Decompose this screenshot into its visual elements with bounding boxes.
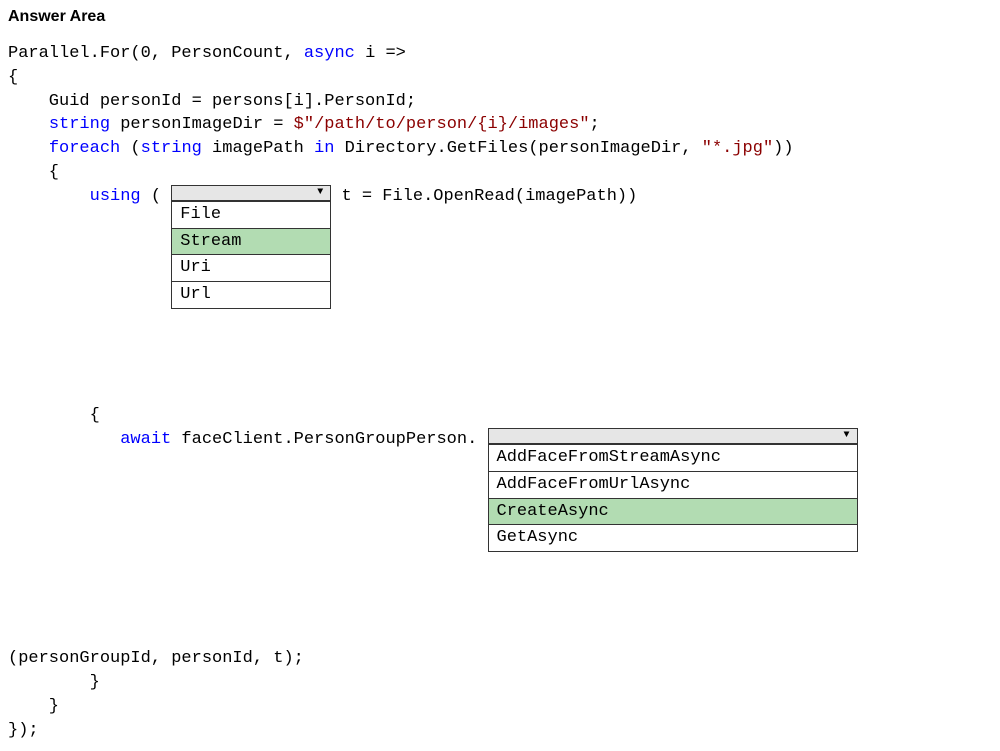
- code-text: {: [8, 163, 59, 182]
- code-text: [8, 115, 49, 134]
- code-text: personImageDir =: [110, 115, 294, 134]
- code-text: [8, 139, 49, 158]
- dropdown-option[interactable]: AddFaceFromStreamAsync: [489, 444, 857, 471]
- code-text: (personGroupId, personId, t);: [8, 649, 304, 668]
- keyword-foreach: foreach: [49, 139, 120, 158]
- dropdown-list: FileStreamUriUrl: [171, 201, 331, 309]
- code-text: Parallel.For(0, PersonCount,: [8, 44, 304, 63]
- dropdown-option[interactable]: Stream: [172, 228, 330, 255]
- keyword-await: await: [120, 430, 171, 449]
- dropdown-selected-value: [172, 186, 310, 200]
- keyword-in: in: [314, 139, 334, 158]
- dropdown-option[interactable]: GetAsync: [489, 524, 857, 551]
- dropdown-list: AddFaceFromStreamAsyncAddFaceFromUrlAsyn…: [488, 444, 858, 552]
- code-text: }: [8, 673, 100, 692]
- code-text: Guid personId = persons[i].PersonId;: [8, 92, 416, 111]
- chevron-down-icon: ▼: [310, 186, 330, 200]
- code-text: faceClient.PersonGroupPerson.: [171, 430, 487, 449]
- dropdown-option[interactable]: CreateAsync: [489, 498, 857, 525]
- dropdown-selected-value: [489, 429, 837, 443]
- keyword-using: using: [90, 187, 141, 206]
- code-text: });: [8, 721, 39, 740]
- code-text: ;: [590, 115, 600, 134]
- string-literal: "*.jpg": [702, 139, 773, 158]
- code-text: Directory.GetFiles(personImageDir,: [334, 139, 701, 158]
- code-text: (: [120, 139, 140, 158]
- code-text: [8, 187, 90, 206]
- code-text: )): [773, 139, 793, 158]
- string-literal: $"/path/to/person/{i}/images": [294, 115, 590, 134]
- code-text: {: [8, 68, 18, 87]
- code-area: Parallel.For(0, PersonCount, async i => …: [8, 42, 992, 743]
- code-text: }: [8, 697, 59, 716]
- keyword-string: string: [49, 115, 110, 134]
- dropdown-method-select[interactable]: ▼AddFaceFromStreamAsyncAddFaceFromUrlAsy…: [488, 428, 858, 552]
- code-text: (: [141, 187, 172, 206]
- dropdown-option[interactable]: File: [172, 201, 330, 228]
- keyword-string: string: [141, 139, 202, 158]
- keyword-async: async: [304, 44, 355, 63]
- dropdown-option[interactable]: AddFaceFromUrlAsync: [489, 471, 857, 498]
- dropdown-option[interactable]: Uri: [172, 254, 330, 281]
- code-text: t = File.OpenRead(imagePath)): [331, 187, 637, 206]
- code-text: i =>: [355, 44, 406, 63]
- code-text: {: [8, 406, 100, 425]
- code-text: imagePath: [202, 139, 314, 158]
- chevron-down-icon: ▼: [837, 429, 857, 443]
- code-text: [8, 430, 120, 449]
- dropdown-option[interactable]: Url: [172, 281, 330, 308]
- answer-area-header: Answer Area: [8, 8, 992, 26]
- dropdown-type-select[interactable]: ▼FileStreamUriUrl: [171, 185, 331, 309]
